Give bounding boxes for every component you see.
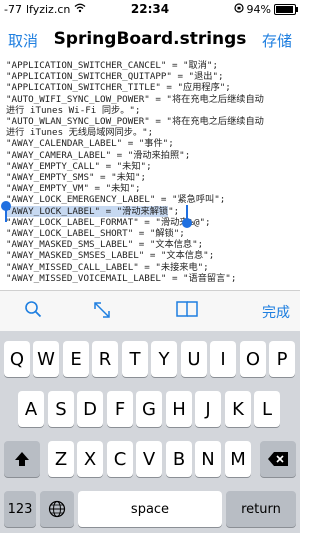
key-e[interactable]: E — [63, 341, 89, 377]
backspace-icon — [268, 452, 288, 466]
status-right: 94% — [233, 3, 298, 16]
editor-line: "AUTO_WLAN_SYNC_LOW_POWER" = "将在充电之后继续自动 — [6, 116, 264, 128]
key-m[interactable]: M — [225, 441, 251, 477]
key-x[interactable]: X — [77, 441, 103, 477]
key-w[interactable]: W — [33, 341, 59, 377]
selection-end-handle[interactable] — [182, 218, 192, 228]
keyboard-row-3: Z X C V B N M — [0, 441, 300, 477]
page-title: SpringBoard.strings — [53, 29, 247, 49]
key-l[interactable]: L — [254, 391, 280, 427]
editor-line: "AWAY_LOCK_LABEL_SHORT" = "解锁"; — [6, 228, 185, 240]
space-key[interactable]: space — [78, 491, 222, 527]
expand-arrows-icon[interactable] — [92, 300, 112, 325]
key-h[interactable]: H — [166, 391, 192, 427]
key-n[interactable]: N — [195, 441, 221, 477]
key-r[interactable]: R — [92, 341, 118, 377]
editor-line: "APPLICATION_SWITCHER_QUITAPP" = "退出"; — [6, 71, 224, 83]
keyboard-row-1: Q W E R T Y U I O P — [0, 341, 300, 377]
key-o[interactable]: O — [240, 341, 266, 377]
key-f[interactable]: F — [107, 391, 133, 427]
editor-line: "AUTO_WIFI_SYNC_LOW_POWER" = "将在充电之后继续自动 — [6, 93, 264, 105]
key-i[interactable]: I — [210, 341, 236, 377]
key-s[interactable]: S — [48, 391, 74, 427]
selection-start-bar — [5, 208, 7, 222]
key-t[interactable]: T — [122, 341, 148, 377]
key-q[interactable]: Q — [4, 341, 30, 377]
key-d[interactable]: D — [77, 391, 103, 427]
editor-line: 进行 iTunes Wi-Fi 同步。"; — [6, 104, 141, 116]
key-y[interactable]: Y — [151, 341, 177, 377]
done-button[interactable]: 完成 — [262, 302, 290, 322]
editor-toolbar: 完成 — [0, 290, 300, 331]
shift-icon — [15, 452, 29, 466]
selection-end-bar — [186, 205, 188, 219]
battery-percent: 94% — [246, 3, 271, 16]
editor-line: "AWAY_EMPTY_CALL" = "未知"; — [6, 160, 152, 172]
selected-text[interactable]: "AWAY_LOCK_LABEL" = "滑动来解锁 — [6, 205, 169, 217]
editor-line: "AWAY_EMPTY_VM" = "未知"; — [6, 183, 141, 195]
editor-line: "AWAY_MISSED_VOICEMAIL_LABEL" = "语音留言"; — [6, 272, 237, 284]
editor-line: 进行 iTunes 无线局域网同步。"; — [6, 127, 154, 139]
save-button[interactable]: 存储 — [262, 30, 292, 51]
numbers-key[interactable]: 123 — [4, 491, 36, 527]
editor-line-selected: "AWAY_LOCK_LABEL" = "滑动来解锁"; — [6, 205, 180, 217]
keyboard: Q W E R T Y U I O P A S D F G H J K L Z … — [0, 331, 300, 533]
editor-line: "AWAY_MISSED_CALL_LABEL" = "未接来电"; — [6, 261, 209, 273]
key-a[interactable]: A — [18, 391, 44, 427]
globe-key[interactable] — [40, 491, 74, 527]
editor-line: "AWAY_LOCK_LABEL_FORMAT" = "滑动来%@"; — [6, 216, 211, 228]
editor-line: "AWAY_MASKED_SMSES_LABEL" = "文本信息"; — [6, 250, 215, 262]
editor-line: "AWAY_EMPTY_SMS" = "未知"; — [6, 172, 147, 184]
lock-rotation-icon — [233, 3, 244, 16]
search-icon[interactable] — [24, 300, 42, 323]
editor-line: "AWAY_CALENDAR_LABEL" = "事件"; — [6, 138, 174, 150]
delete-key[interactable] — [260, 441, 296, 477]
globe-icon — [48, 500, 66, 518]
key-p[interactable]: P — [269, 341, 295, 377]
battery-icon — [274, 4, 298, 15]
editor-line: "APPLICATION_SWITCHER_TITLE" = "应用程序"; — [6, 82, 231, 94]
key-j[interactable]: J — [195, 391, 221, 427]
key-g[interactable]: G — [136, 391, 162, 427]
text-editor[interactable]: "APPLICATION_SWITCHER_CANCEL" = "取消"; "A… — [0, 60, 300, 290]
editor-line: "APPLICATION_SWITCHER_CANCEL" = "取消"; — [6, 60, 218, 71]
return-key[interactable]: return — [226, 491, 296, 527]
keyboard-row-4: 123 space return — [0, 491, 300, 527]
key-v[interactable]: V — [136, 441, 162, 477]
key-b[interactable]: B — [166, 441, 192, 477]
editor-line: "AWAY_LOCK_EMERGENCY_LABEL" = "紧急呼叫"; — [6, 194, 226, 206]
battery-fill — [276, 6, 293, 13]
book-icon[interactable] — [176, 300, 198, 323]
key-c[interactable]: C — [107, 441, 133, 477]
nav-bar: 取消 SpringBoard.strings 存储 — [0, 20, 300, 60]
key-k[interactable]: K — [225, 391, 251, 427]
status-bar: -77 lfyziz.cn 22:34 94% — [0, 0, 300, 20]
editor-line: "AWAY_MASKED_SMS_LABEL" = "文本信息"; — [6, 239, 204, 251]
keyboard-row-2: A S D F G H J K L — [0, 391, 300, 427]
key-u[interactable]: U — [181, 341, 207, 377]
key-z[interactable]: Z — [48, 441, 74, 477]
editor-line: "AWAY_CAMERA_LABEL" = "滑动来拍照"; — [6, 149, 191, 161]
shift-key[interactable] — [4, 441, 40, 477]
